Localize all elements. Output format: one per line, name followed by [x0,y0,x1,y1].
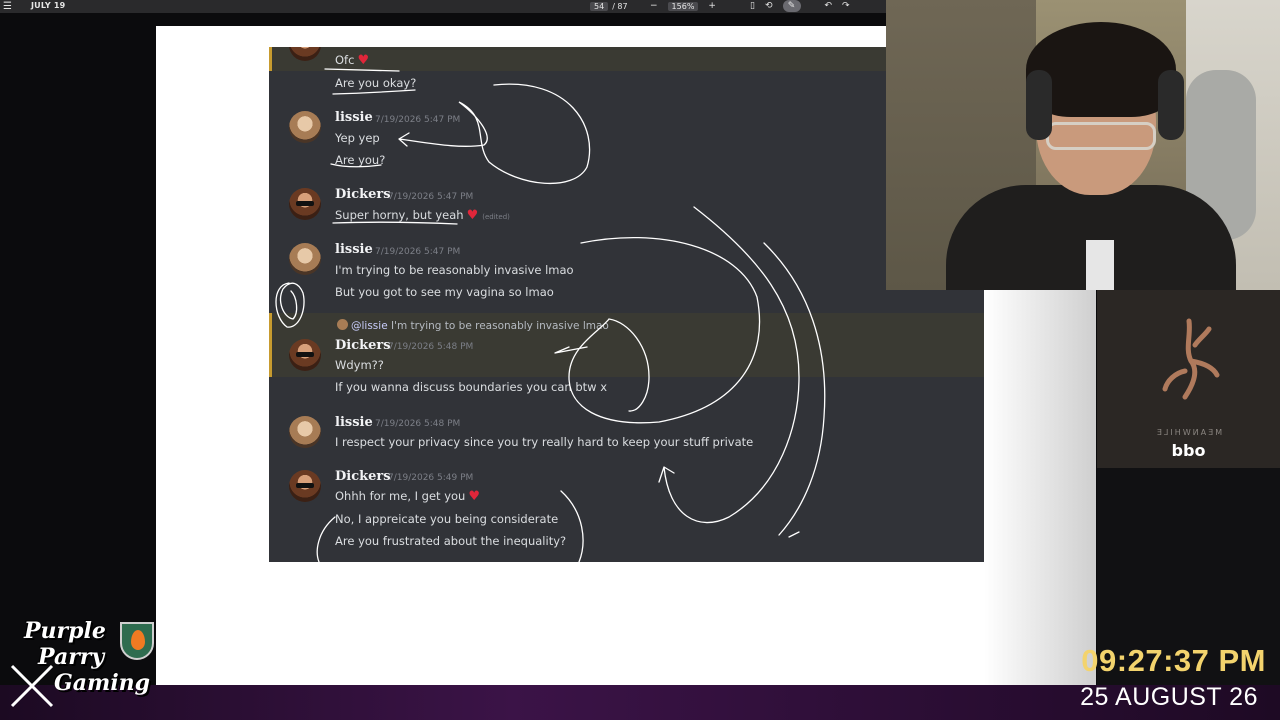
rotate-icon[interactable]: ⟲ [765,1,773,11]
channel-logo: Purple Parry Gaming [8,618,168,714]
timestamp: 7/19/2026 5:49 PM [388,473,474,483]
highlight-bar [269,313,272,377]
draw-icon[interactable]: ✎ [782,0,801,12]
chat-screenshot: Ofc ♥ Are you okay? lissie 7/19/2026 5:47… [269,47,984,562]
undo-icon[interactable]: ↶ [825,1,833,11]
avatar [289,416,321,448]
timestamp: 7/19/2026 5:47 PM [375,115,461,125]
toolbar-tools: ▯ ⟲ ✎ ↶ ↷ [750,0,850,12]
username: Dickers [335,187,391,202]
message-text: I'm trying to be reasonably invasive lma… [335,263,574,277]
timestamp: 7/19/2026 5:47 PM [375,247,461,257]
reply-preview: @lissie I'm trying to be reasonably inva… [337,319,609,332]
page-edge [984,290,1096,685]
message-text: Wdym?? [335,358,384,372]
message-text: Super horny, but yeah ♥ (edited) [335,208,510,223]
logo-text: Gaming [54,670,151,696]
message-text: Are you okay? [335,76,417,90]
heart-emoji: ♥ [468,489,481,504]
swords-icon [10,664,54,708]
avatar [289,111,321,143]
viewer-margin [0,13,156,685]
timestamp: 7/19/2026 5:48 PM [375,419,461,429]
reply-avatar [337,319,348,330]
heart-emoji: ♥ [357,53,370,68]
timestamp: 7/19/2026 5:47 PM [388,192,474,202]
zoom-controls: − 156% + [650,0,716,12]
page-total: / 87 [612,1,628,11]
message-text: I respect your privacy since you try rea… [335,435,754,449]
message-text: Yep yep [335,131,380,145]
clock-date: 25 AUGUST 26 [1080,683,1258,711]
menu-icon[interactable]: ☰ [3,1,12,12]
glasses [1046,122,1156,150]
highlight-bar [269,47,272,71]
username: Dickers [335,338,391,353]
avatar [289,188,321,220]
username: lissie [335,242,373,257]
message-text: Ofc ♥ [335,53,370,68]
hands-artwork-icon [1162,318,1220,400]
zoom-level[interactable]: 156% [667,1,699,11]
avatar [289,339,321,371]
stream-screen: ☰ JULY 19 54 / 87 − 156% + ▯ ⟲ ✎ ↶ ↷ Ofc… [0,0,1280,720]
flame-icon [131,630,145,650]
edited-label: (edited) [482,213,510,221]
shield-icon [120,622,154,660]
timestamp: 7/19/2026 5:48 PM [388,342,474,352]
now-playing-album: MEANWHILE odd [1097,290,1280,468]
page-navigator: 54 / 87 [590,0,628,12]
headset-icon [1158,70,1184,140]
message-text: But you got to see my vagina so lmao [335,285,554,299]
zoom-out-button[interactable]: − [650,1,658,11]
page-number-input[interactable]: 54 [590,1,609,11]
redo-icon[interactable]: ↷ [842,1,850,11]
avatar [289,470,321,502]
avatar [289,243,321,275]
pdf-toolbar: ☰ JULY 19 54 / 87 − 156% + ▯ ⟲ ✎ ↶ ↷ [0,0,886,13]
message-text: Ohhh for me, I get you ♥ [335,489,481,504]
message-text: Are you frustrated about the inequality? [335,534,567,548]
zoom-in-button[interactable]: + [708,1,716,11]
headset-icon [1026,70,1052,140]
logo-text: Purple [24,618,106,644]
album-title: odd [1171,441,1206,460]
document-title: JULY 19 [31,1,66,10]
fit-page-icon[interactable]: ▯ [750,1,755,11]
message-text: Are you? [335,153,386,167]
message-text: No, I appreicate you being considerate [335,512,559,526]
microphone [1086,240,1114,290]
username: lissie [335,110,373,125]
message-highlight [269,47,984,71]
webcam-feed [886,0,1280,290]
clock-time: 09:27:37 PM [1081,643,1266,678]
album-subtitle: MEANWHILE [1154,428,1223,437]
username: lissie [335,415,373,430]
message-text: If you wanna discuss boundaries you can … [335,380,608,394]
username: Dickers [335,469,391,484]
heart-emoji: ♥ [466,208,479,223]
